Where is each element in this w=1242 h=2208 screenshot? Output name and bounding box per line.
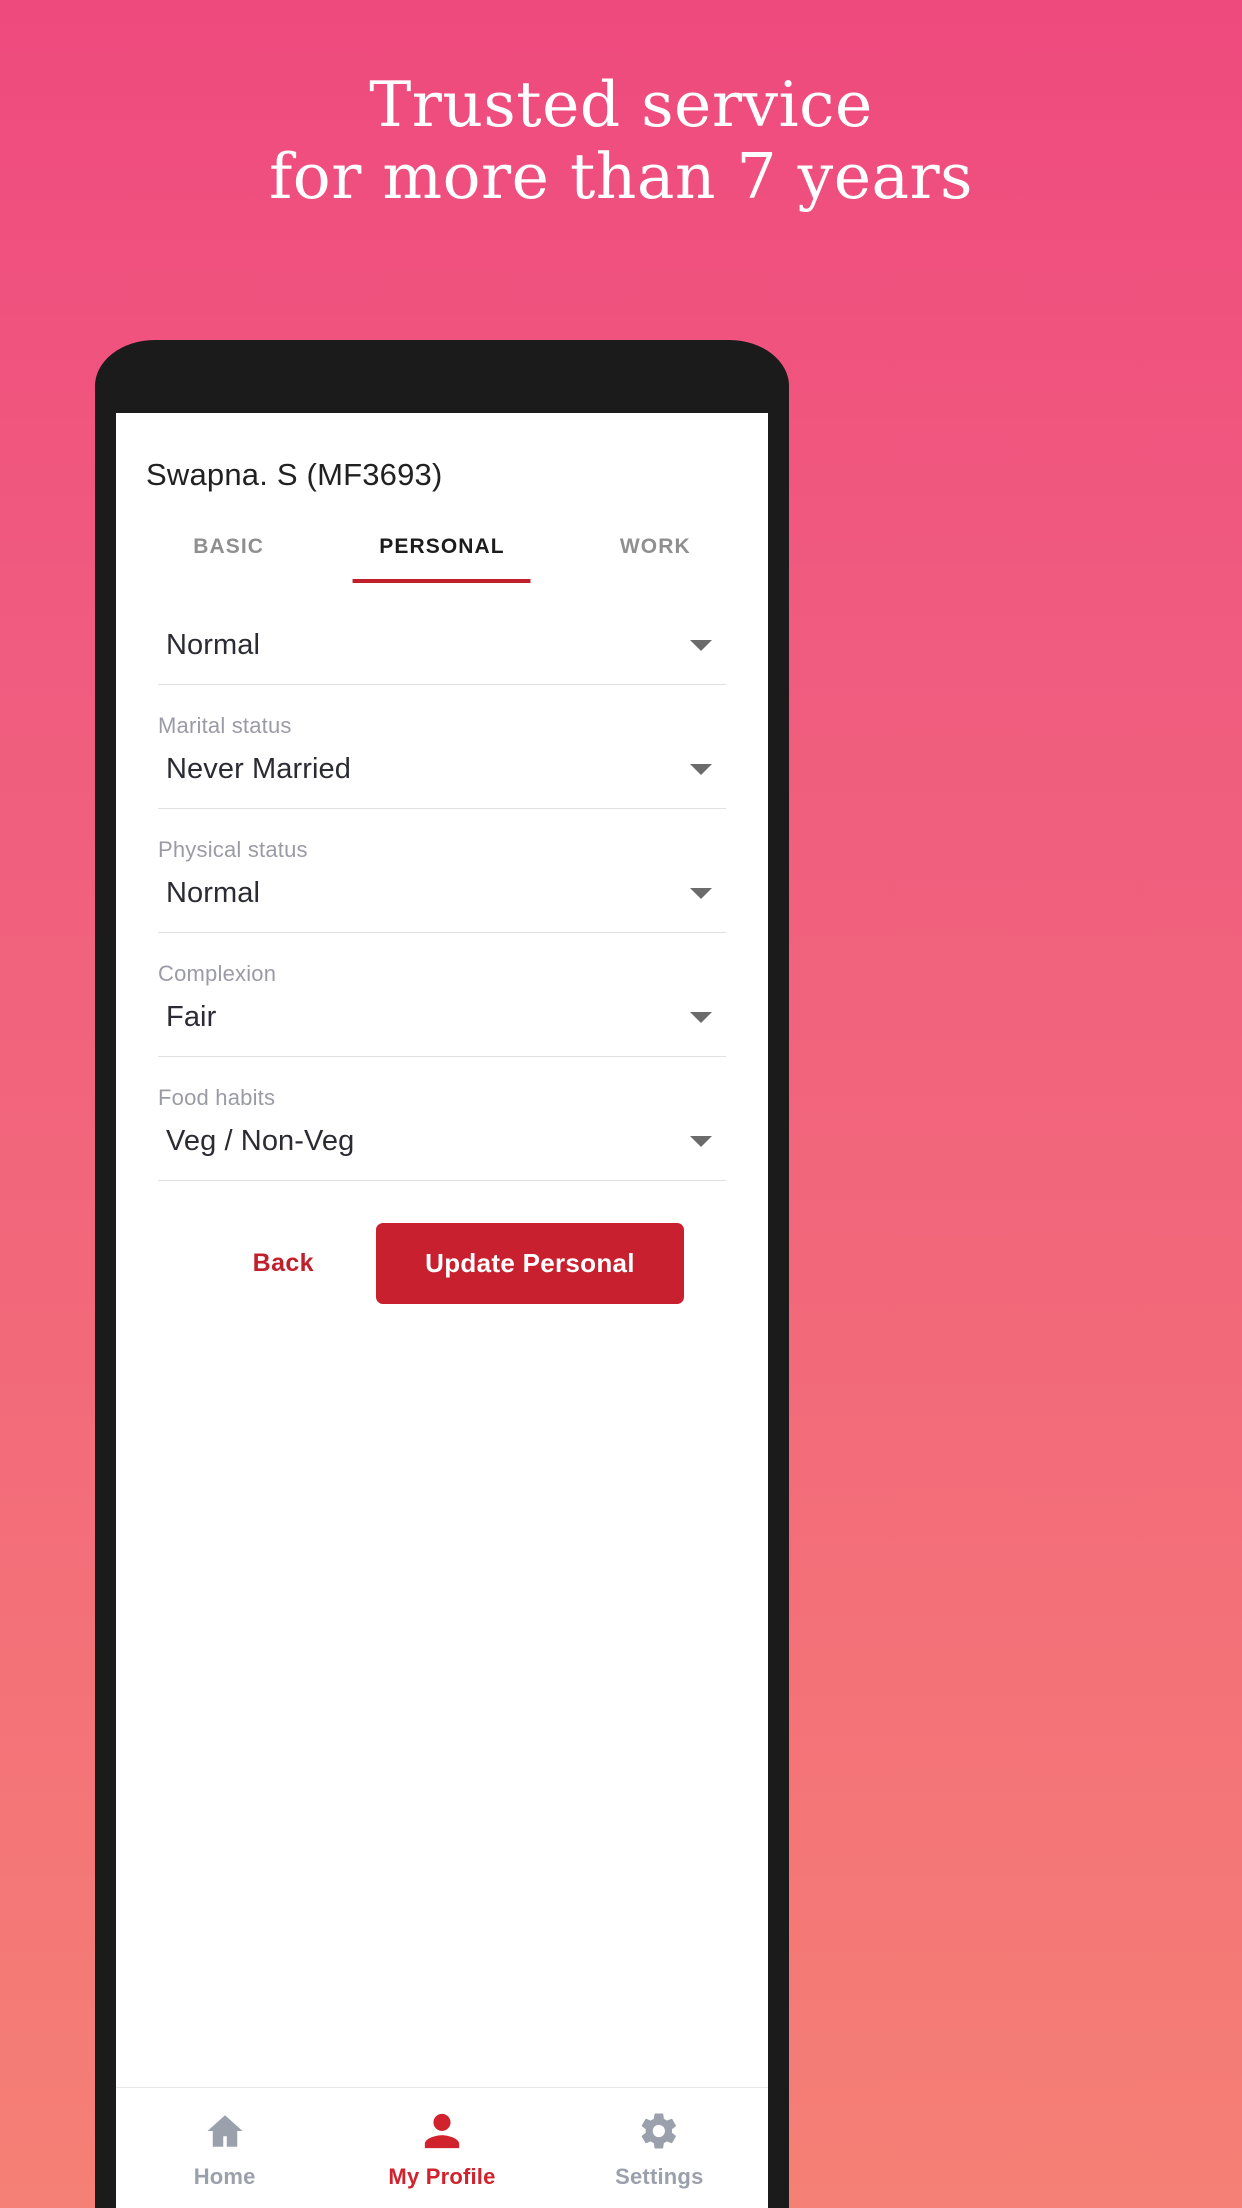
dropdown-row[interactable]: Normal xyxy=(158,867,726,933)
chevron-down-icon xyxy=(690,1012,712,1023)
page-title: Swapna. S (MF3693) xyxy=(146,457,443,492)
promo-headline-line2: for more than 7 years xyxy=(268,140,974,214)
person-icon xyxy=(421,2110,463,2152)
field-value: Never Married xyxy=(166,753,352,785)
tab-personal[interactable]: PERSONAL xyxy=(335,535,548,583)
phone-screen: Swapna. S (MF3693) BASIC PERSONAL WORK N… xyxy=(116,413,768,2208)
phone-mockup: Swapna. S (MF3693) BASIC PERSONAL WORK N… xyxy=(95,340,789,2208)
dropdown-row[interactable]: Normal xyxy=(158,619,726,685)
back-button[interactable]: Back xyxy=(235,1237,332,1290)
bottom-navigation: Home My Profile Settings xyxy=(116,2087,768,2208)
tab-work[interactable]: WORK xyxy=(549,535,762,583)
personal-form: Normal Marital status Never Married Phys… xyxy=(116,583,768,2087)
chevron-down-icon xyxy=(690,1136,712,1147)
chevron-down-icon xyxy=(690,888,712,899)
nav-item-home[interactable]: Home xyxy=(116,2110,333,2190)
field-label: Complexion xyxy=(158,961,277,986)
update-personal-button[interactable]: Update Personal xyxy=(376,1223,684,1304)
chevron-down-icon xyxy=(690,764,712,775)
field-value: Normal xyxy=(166,877,261,909)
promo-headline-line1: Trusted service xyxy=(369,68,873,141)
field-complexion: Complexion Fair xyxy=(158,933,726,1057)
nav-item-my-profile[interactable]: My Profile xyxy=(333,2110,550,2190)
tab-bar: BASIC PERSONAL WORK xyxy=(116,535,768,583)
field-physical-status: Physical status Normal xyxy=(158,809,726,933)
nav-label: Settings xyxy=(615,2164,704,2189)
dropdown-row[interactable]: Veg / Non-Veg xyxy=(158,1115,726,1181)
field-value: Normal xyxy=(166,629,261,661)
field-marital-status: Marital status Never Married xyxy=(158,685,726,809)
field-label: Marital status xyxy=(158,713,292,738)
dropdown-row[interactable]: Never Married xyxy=(158,743,726,809)
gear-icon xyxy=(638,2110,680,2152)
tab-basic[interactable]: BASIC xyxy=(122,535,335,583)
dropdown-row[interactable]: Fair xyxy=(158,991,726,1057)
nav-label: Home xyxy=(193,2164,256,2189)
field-food-habits: Food habits Veg / Non-Veg xyxy=(158,1057,726,1181)
home-icon xyxy=(204,2110,246,2152)
promo-headline: Trusted service for more than 7 years xyxy=(0,71,1242,214)
field-physical-status-top: Normal xyxy=(158,583,726,685)
field-value: Veg / Non-Veg xyxy=(166,1125,355,1157)
app-container: Swapna. S (MF3693) BASIC PERSONAL WORK N… xyxy=(116,413,768,2208)
form-actions: Back Update Personal xyxy=(158,1181,726,1304)
field-value: Fair xyxy=(166,1001,217,1033)
nav-item-settings[interactable]: Settings xyxy=(551,2110,768,2190)
chevron-down-icon xyxy=(690,640,712,651)
field-label: Physical status xyxy=(158,837,308,862)
nav-label: My Profile xyxy=(388,2164,496,2189)
field-label: Food habits xyxy=(158,1085,276,1110)
tab-active-indicator xyxy=(352,579,532,583)
